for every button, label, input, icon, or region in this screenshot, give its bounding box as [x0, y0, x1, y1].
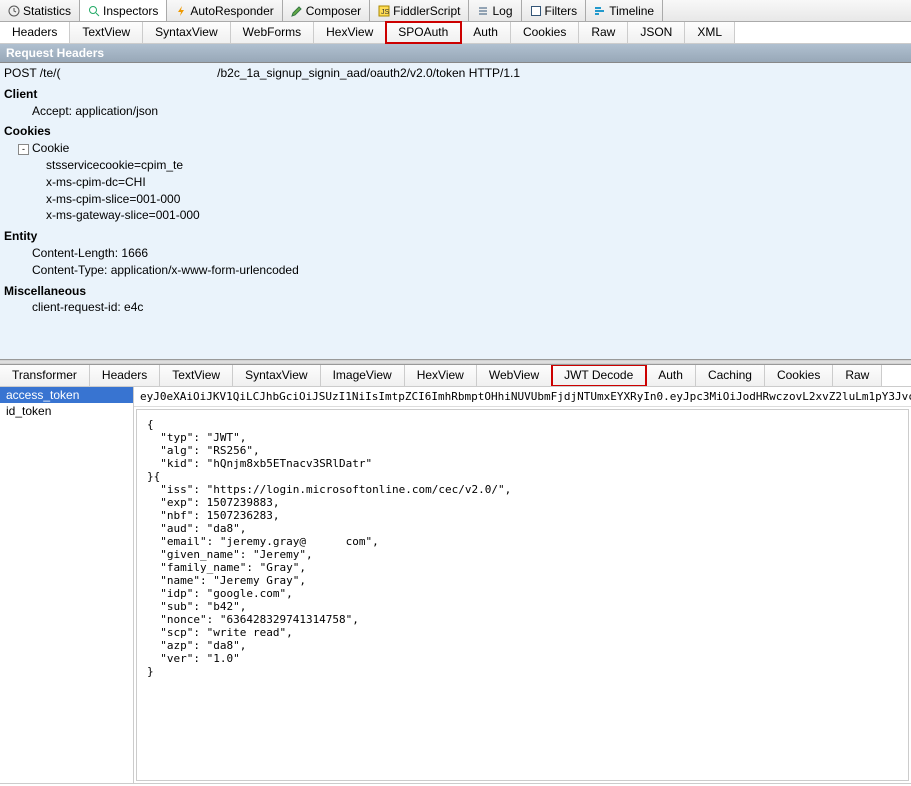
req-tab-auth[interactable]: Auth: [461, 22, 511, 43]
token-item-id[interactable]: id_token: [0, 403, 133, 419]
tab-inspectors[interactable]: Inspectors: [80, 0, 167, 21]
req-tab-raw[interactable]: Raw: [579, 22, 628, 43]
resp-tab-raw[interactable]: Raw: [833, 365, 882, 386]
tab-timeline[interactable]: Timeline: [586, 0, 663, 21]
header-group-client: Client: [4, 86, 907, 103]
tab-label: AutoResponder: [190, 4, 273, 18]
tab-filters[interactable]: Filters: [522, 0, 587, 21]
resp-tab-headers[interactable]: Headers: [90, 365, 160, 386]
token-raw-field[interactable]: eyJ0eXAiOiJKV1QiLCJhbGciOiJSUzI1NiIsImtp…: [134, 387, 911, 407]
tab-composer[interactable]: Composer: [283, 0, 370, 21]
svg-text:JS: JS: [381, 9, 390, 16]
clock-icon: [8, 5, 20, 17]
list-icon: [477, 5, 489, 17]
jwt-decode-pane: access_token id_token eyJ0eXAiOiJKV1QiLC…: [0, 387, 911, 784]
req-tab-syntaxview[interactable]: SyntaxView: [143, 22, 230, 43]
tab-label: Composer: [306, 4, 361, 18]
resp-tab-auth[interactable]: Auth: [646, 365, 696, 386]
req-tab-json[interactable]: JSON: [628, 22, 685, 43]
cookie-item: x-ms-cpim-dc=CHI: [4, 174, 907, 191]
collapse-icon[interactable]: -: [18, 144, 29, 155]
req-tab-webforms[interactable]: WebForms: [231, 22, 314, 43]
cookie-item: x-ms-gateway-slice=001-000: [4, 207, 907, 224]
lightning-icon: [175, 5, 187, 17]
request-method-path: POST /te/(: [4, 66, 60, 80]
tab-label: FiddlerScript: [393, 4, 460, 18]
tab-label: Filters: [545, 4, 578, 18]
tab-statistics[interactable]: Statistics: [0, 0, 80, 21]
req-tab-spoauth[interactable]: SPOAuth: [386, 22, 461, 43]
resp-tab-webview[interactable]: WebView: [477, 365, 552, 386]
header-item: client-request-id: e4c: [4, 299, 907, 316]
req-tab-cookies[interactable]: Cookies: [511, 22, 579, 43]
resp-tab-syntaxview[interactable]: SyntaxView: [233, 365, 320, 386]
tab-label: Statistics: [23, 4, 71, 18]
header-group-cookies: Cookies: [4, 123, 907, 140]
header-group-entity: Entity: [4, 228, 907, 245]
checkbox-icon: [530, 5, 542, 17]
header-item: Accept: application/json: [4, 103, 907, 120]
request-tab-bar: Headers TextView SyntaxView WebForms Hex…: [0, 22, 911, 44]
req-tab-hexview[interactable]: HexView: [314, 22, 386, 43]
request-line: POST /te/( /b2c_1a_signup_signin_aad/oau…: [4, 65, 907, 82]
token-item-access[interactable]: access_token: [0, 387, 133, 403]
request-headers-title: Request Headers: [0, 44, 911, 63]
tab-log[interactable]: Log: [469, 0, 521, 21]
req-tab-headers[interactable]: Headers: [0, 22, 70, 43]
magnifier-icon: [88, 5, 100, 17]
tab-autoresponder[interactable]: AutoResponder: [167, 0, 282, 21]
tab-fiddlerscript[interactable]: JS FiddlerScript: [370, 0, 469, 21]
token-list: access_token id_token: [0, 387, 134, 783]
tab-label: Log: [492, 4, 512, 18]
request-headers-pane: POST /te/( /b2c_1a_signup_signin_aad/oau…: [0, 63, 911, 359]
token-decoded-field[interactable]: { "typ": "JWT", "alg": "RS256", "kid": "…: [136, 409, 909, 781]
header-group-misc: Miscellaneous: [4, 283, 907, 300]
resp-tab-hexview[interactable]: HexView: [405, 365, 477, 386]
script-icon: JS: [378, 5, 390, 17]
main-tab-bar: Statistics Inspectors AutoResponder Comp…: [0, 0, 911, 22]
resp-tab-transformer[interactable]: Transformer: [0, 365, 90, 386]
cookie-node[interactable]: -Cookie: [4, 140, 907, 157]
req-tab-xml[interactable]: XML: [685, 22, 735, 43]
cookie-item: x-ms-cpim-slice=001-000: [4, 191, 907, 208]
token-content-pane: eyJ0eXAiOiJKV1QiLCJhbGciOiJSUzI1NiIsImtp…: [134, 387, 911, 783]
edit-icon: [291, 5, 303, 17]
request-path-rest: /b2c_1a_signup_signin_aad/oauth2/v2.0/to…: [217, 66, 520, 80]
tab-label: Timeline: [609, 4, 654, 18]
cookie-node-label: Cookie: [32, 141, 69, 155]
header-item: Content-Type: application/x-www-form-url…: [4, 262, 907, 279]
resp-tab-cookies[interactable]: Cookies: [765, 365, 833, 386]
header-item: Content-Length: 1666: [4, 245, 907, 262]
timeline-icon: [594, 5, 606, 17]
resp-tab-caching[interactable]: Caching: [696, 365, 765, 386]
response-tab-bar: Transformer Headers TextView SyntaxView …: [0, 365, 911, 387]
tab-label: Inspectors: [103, 4, 158, 18]
resp-tab-imageview[interactable]: ImageView: [321, 365, 405, 386]
cookie-item: stsservicecookie=cpim_te: [4, 157, 907, 174]
req-tab-textview[interactable]: TextView: [70, 22, 143, 43]
resp-tab-textview[interactable]: TextView: [160, 365, 233, 386]
resp-tab-jwtdecode[interactable]: JWT Decode: [552, 365, 646, 386]
